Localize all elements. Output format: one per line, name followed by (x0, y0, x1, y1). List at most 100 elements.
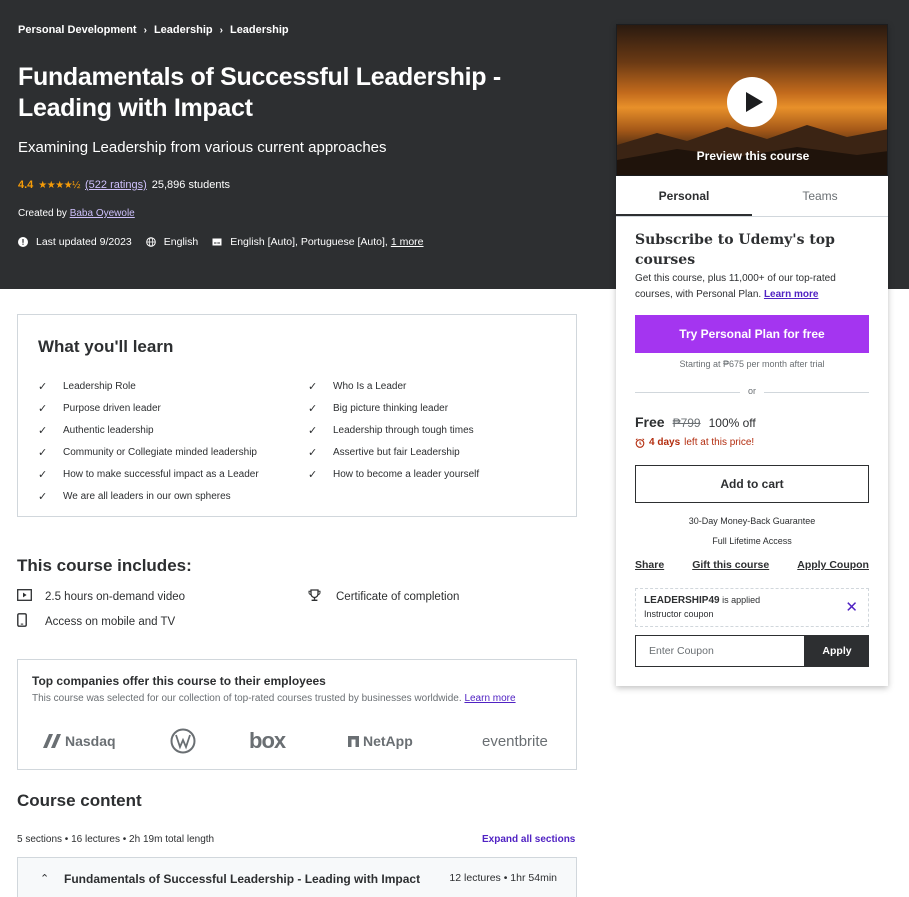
tab-teams[interactable]: Teams (752, 176, 888, 216)
expand-all-sections-button[interactable]: Expand all sections (482, 834, 575, 845)
add-to-cart-button[interactable]: Add to cart (635, 465, 869, 503)
author-link[interactable]: Baba Oyewole (70, 208, 135, 219)
globe-icon (145, 237, 156, 247)
learn-item-text: Community or Collegiate minded leadershi… (63, 446, 257, 458)
include-video-text: 2.5 hours on-demand video (45, 590, 186, 603)
tab-personal[interactable]: Personal (616, 176, 752, 216)
coupon-applied-text: is applied (722, 595, 761, 605)
gift-course-button[interactable]: Gift this course (692, 559, 769, 571)
play-icon[interactable] (727, 77, 777, 127)
includes-heading: This course includes: (17, 556, 192, 575)
section-meta: 12 lectures • 1hr 54min (449, 872, 557, 884)
nasdaq-logo: Nasdaq (41, 726, 116, 756)
captions-text: English [Auto], Portuguese [Auto], (230, 236, 388, 248)
companies-desc-text: This course was selected for our collect… (32, 693, 462, 704)
close-icon[interactable]: ✕ (845, 598, 858, 616)
check-icon: ✓ (38, 446, 48, 459)
volkswagen-logo (170, 726, 196, 756)
breadcrumb-item[interactable]: Personal Development (18, 24, 137, 36)
include-mobile-text: Access on mobile and TV (45, 615, 176, 628)
timer-days: 4 days (649, 437, 681, 448)
last-updated-text: Last updated 9/2023 (36, 236, 132, 248)
card-actions: Share Gift this course Apply Coupon (635, 559, 869, 571)
trophy-icon (308, 589, 336, 605)
money-back-guarantee: 30-Day Money-Back Guarantee (688, 516, 816, 526)
learn-item-text: Authentic leadership (63, 424, 154, 436)
learn-item: ✓ Authentic leadership (38, 419, 298, 441)
learn-item-text: Purpose driven leader (63, 402, 161, 414)
learn-column-left: ✓ Leadership Role ✓ Purpose driven leader … (38, 375, 298, 507)
check-icon: ✓ (308, 380, 318, 393)
check-icon: ✓ (38, 402, 48, 415)
what-youll-learn: What you'll learn ✓ Leadership Role ✓ Purp… (17, 314, 577, 517)
course-subtitle: Examining Leadership from various curren… (18, 139, 387, 156)
learn-item-text: Assertive but fair Leadership (333, 446, 460, 458)
chevron-right-icon: › (219, 24, 223, 36)
learn-item: ✓ Assertive but fair Leadership (308, 441, 568, 463)
learn-item: ✓ How to become a leader yourself (308, 463, 568, 485)
breadcrumb-item[interactable]: Leadership (230, 24, 289, 36)
breadcrumb-item[interactable]: Leadership (154, 24, 213, 36)
or-divider: or (635, 386, 869, 398)
nasdaq-mark-icon (43, 734, 61, 748)
coupon-code: LEADERSHIP49 (644, 595, 720, 606)
created-by-label: Created by (18, 208, 67, 219)
alarm-clock-icon (635, 437, 645, 448)
last-updated: Last updated 9/2023 (18, 236, 132, 248)
learn-item-text: Who Is a Leader (333, 380, 407, 392)
rating-score: 4.4 (18, 179, 34, 191)
learn-item: ✓ Purpose driven leader (38, 397, 298, 419)
try-personal-plan-button[interactable]: Try Personal Plan for free (635, 315, 869, 353)
learn-item-text: Big picture thinking leader (333, 402, 449, 414)
captions: English [Auto], Portuguese [Auto], 1 mor… (212, 236, 424, 248)
learn-item: ✓ Big picture thinking leader (308, 397, 568, 419)
course-content-heading: Course content (17, 791, 142, 810)
course-preview[interactable]: Preview this course (616, 24, 888, 176)
nasdaq-logo-text: Nasdaq (65, 733, 116, 749)
apply-coupon-button[interactable]: Apply Coupon (797, 559, 869, 571)
include-certificate-text: Certificate of completion (336, 591, 460, 603)
subscribe-title: Subscribe to Udemy's top courses (635, 232, 835, 268)
learn-item: ✓ Community or Collegiate minded leadersh… (38, 441, 298, 463)
ratings-count-link[interactable]: (522 ratings) (85, 179, 147, 191)
alert-icon (18, 237, 28, 247)
section-title: Fundamentals of Successful Leadership - … (64, 872, 421, 886)
top-companies: Top companies offer this course to their… (17, 659, 577, 770)
volkswagen-logo-icon (170, 728, 196, 754)
netapp-mark-icon (348, 735, 359, 747)
students-count: 25,896 students (151, 179, 231, 191)
include-video: 2.5 hours on-demand video (17, 589, 185, 604)
coupon-apply-button[interactable]: Apply (805, 635, 869, 667)
coupon-input[interactable]: Enter Coupon (635, 635, 805, 667)
captions-more-link[interactable]: 1 more (391, 236, 424, 248)
learn-more-link[interactable]: Learn more (764, 289, 818, 300)
include-certificate: Certificate of completion (308, 589, 459, 605)
netapp-logo-text: NetApp (363, 733, 413, 749)
companies-heading: Top companies offer this course to their… (32, 674, 326, 688)
video-icon (17, 589, 45, 604)
captions-icon (212, 238, 222, 246)
course-section[interactable]: ⌃ Fundamentals of Successful Leadership … (17, 857, 577, 897)
star-rating-icon: ★★★★½ (38, 179, 80, 191)
language-text: English (163, 236, 199, 248)
companies-learn-more-link[interactable]: Learn more (464, 693, 515, 704)
price-timer: 4 days left at this price! (635, 437, 754, 448)
price-row: Free ₱799 100% off (635, 414, 756, 430)
share-button[interactable]: Share (635, 559, 664, 571)
learn-item-text: We are all leaders in our own spheres (63, 490, 231, 502)
include-mobile: Access on mobile and TV (17, 613, 175, 630)
learn-item: ✓ Leadership Role (38, 375, 298, 397)
learn-item: ✓ Who Is a Leader (308, 375, 568, 397)
discount: 100% off (708, 416, 756, 430)
plan-price-note: Starting at ₱675 per month after trial (679, 359, 825, 369)
breadcrumb: Personal Development › Leadership › Lead… (18, 24, 289, 36)
check-icon: ✓ (308, 402, 318, 415)
learn-item: ✓ We are all leaders in our own spheres (38, 485, 298, 507)
chevron-up-icon: ⌃ (40, 873, 50, 885)
learn-item-text: Leadership through tough times (333, 424, 474, 436)
preview-label: Preview this course (696, 149, 810, 163)
current-price: Free (635, 414, 665, 430)
language: English (145, 236, 199, 248)
applied-coupon: LEADERSHIP49 is applied Instructor coupo… (635, 588, 869, 627)
rating-row: 4.4 ★★★★½ (522 ratings) 25,896 students (18, 179, 230, 191)
